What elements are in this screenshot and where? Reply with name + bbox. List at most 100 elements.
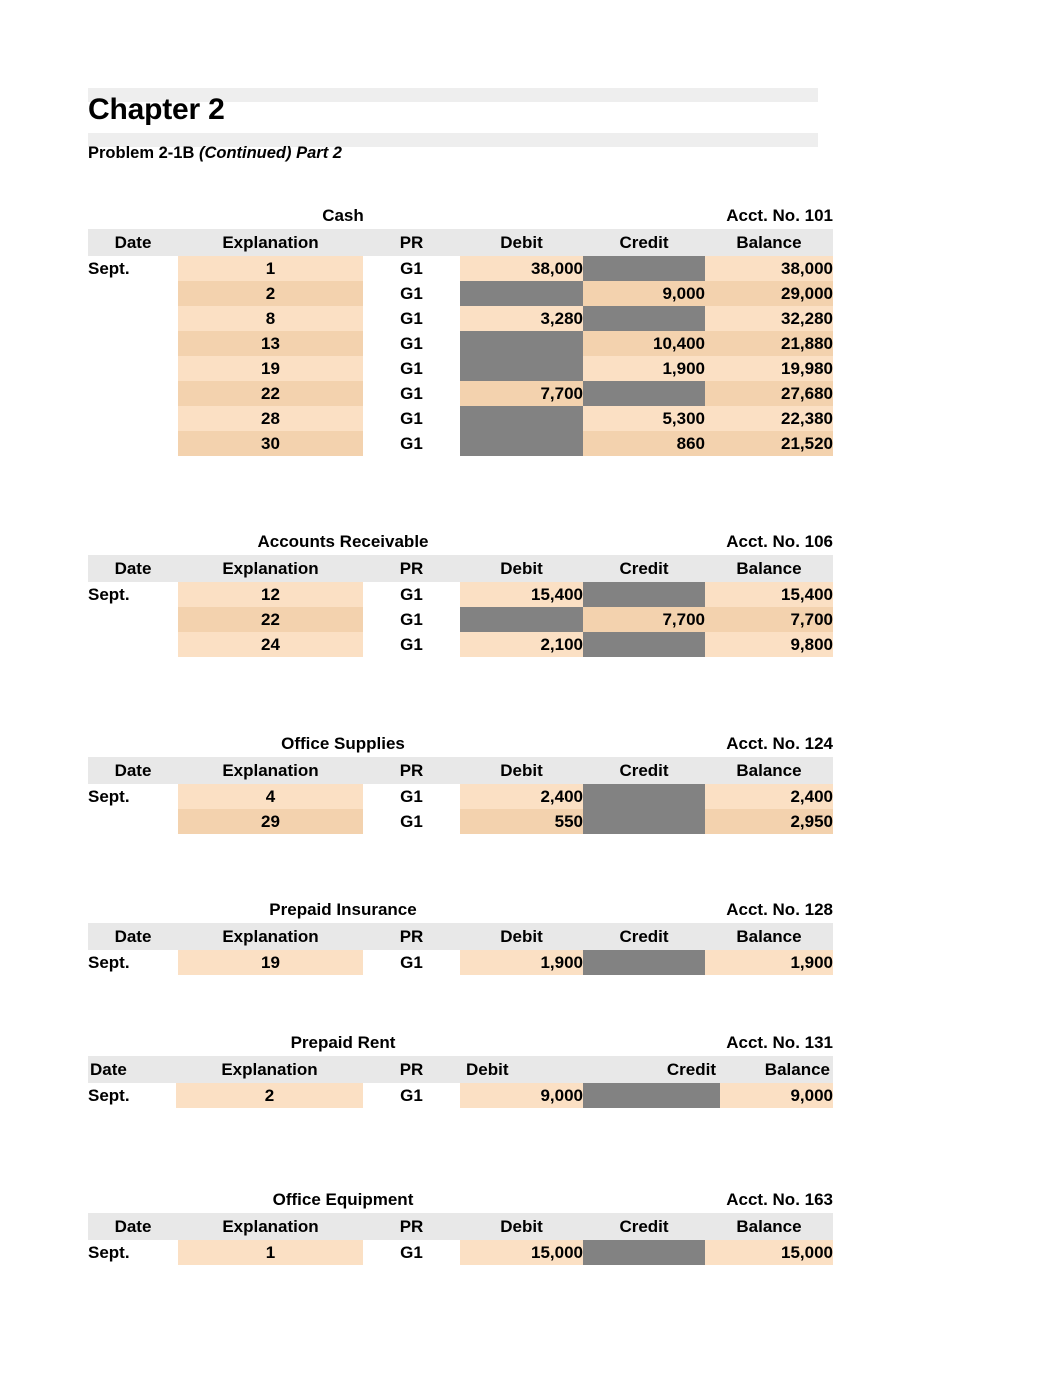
cell-explanation[interactable]: 2 <box>178 281 363 306</box>
cell-explanation[interactable]: 29 <box>178 809 363 834</box>
cell-explanation[interactable]: 1 <box>178 256 363 281</box>
cell-credit[interactable]: 5,300 <box>583 406 705 431</box>
cell-balance[interactable]: 7,700 <box>705 607 833 632</box>
cell-date[interactable] <box>88 306 178 331</box>
cell-credit[interactable] <box>583 1083 720 1108</box>
cell-pr[interactable]: G1 <box>363 950 460 975</box>
cell-credit[interactable]: 860 <box>583 431 705 456</box>
cell-pr[interactable]: G1 <box>363 431 460 456</box>
cell-credit[interactable] <box>583 381 705 406</box>
cell-credit[interactable] <box>583 582 705 607</box>
cell-debit[interactable] <box>460 406 583 431</box>
cell-balance[interactable]: 32,280 <box>705 306 833 331</box>
cell-date[interactable] <box>88 406 178 431</box>
cell-explanation[interactable]: 22 <box>178 381 363 406</box>
cell-date[interactable] <box>88 356 178 381</box>
cell-debit[interactable] <box>460 431 583 456</box>
cell-debit[interactable]: 550 <box>460 809 583 834</box>
cell-credit[interactable]: 1,900 <box>583 356 705 381</box>
cell-balance[interactable]: 38,000 <box>705 256 833 281</box>
cell-credit[interactable] <box>583 306 705 331</box>
cell-explanation[interactable]: 28 <box>178 406 363 431</box>
cell-date[interactable] <box>88 607 178 632</box>
cell-pr[interactable]: G1 <box>363 784 460 809</box>
cell-pr[interactable]: G1 <box>363 256 460 281</box>
cell-explanation[interactable]: 2 <box>176 1083 363 1108</box>
cell-balance[interactable]: 2,950 <box>705 809 833 834</box>
cell-credit[interactable] <box>583 784 705 809</box>
cell-balance[interactable]: 22,380 <box>705 406 833 431</box>
cell-debit[interactable]: 3,280 <box>460 306 583 331</box>
cell-explanation[interactable]: 4 <box>178 784 363 809</box>
ledger-table: Date Explanation PR Debit Credit Balance Sept.… <box>88 1213 833 1265</box>
cell-credit[interactable] <box>583 1240 705 1265</box>
cell-pr[interactable]: G1 <box>363 281 460 306</box>
cell-debit[interactable] <box>460 281 583 306</box>
cell-credit[interactable]: 10,400 <box>583 331 705 356</box>
cell-date[interactable]: Sept. <box>88 582 178 607</box>
cell-date[interactable] <box>88 431 178 456</box>
cell-pr[interactable]: G1 <box>363 607 460 632</box>
cell-explanation[interactable]: 8 <box>178 306 363 331</box>
cell-balance[interactable]: 9,000 <box>720 1083 833 1108</box>
cell-date[interactable] <box>88 809 178 834</box>
cell-debit[interactable]: 15,000 <box>460 1240 583 1265</box>
cell-explanation[interactable]: 24 <box>178 632 363 657</box>
cell-pr[interactable]: G1 <box>363 1083 460 1108</box>
cell-balance[interactable]: 1,900 <box>705 950 833 975</box>
cell-pr[interactable]: G1 <box>363 306 460 331</box>
cell-balance[interactable]: 27,680 <box>705 381 833 406</box>
cell-balance[interactable]: 29,000 <box>705 281 833 306</box>
cell-credit[interactable]: 9,000 <box>583 281 705 306</box>
cell-balance[interactable]: 19,980 <box>705 356 833 381</box>
cell-date[interactable]: Sept. <box>88 1083 176 1108</box>
cell-date[interactable]: Sept. <box>88 784 178 809</box>
cell-debit[interactable]: 7,700 <box>460 381 583 406</box>
cell-balance[interactable]: 21,520 <box>705 431 833 456</box>
cell-debit[interactable]: 2,400 <box>460 784 583 809</box>
cell-credit[interactable]: 7,700 <box>583 607 705 632</box>
cell-explanation[interactable]: 22 <box>178 607 363 632</box>
column-header-credit: Credit <box>583 229 705 256</box>
cell-date[interactable] <box>88 381 178 406</box>
cell-balance[interactable]: 21,880 <box>705 331 833 356</box>
account-title-row: Accounts Receivable Acct. No. 106 <box>0 529 1062 555</box>
cell-pr[interactable]: G1 <box>363 331 460 356</box>
cell-debit[interactable]: 38,000 <box>460 256 583 281</box>
column-header-debit: Debit <box>460 555 583 582</box>
cell-credit[interactable] <box>583 632 705 657</box>
cell-explanation[interactable]: 12 <box>178 582 363 607</box>
cell-debit[interactable] <box>460 356 583 381</box>
cell-balance[interactable]: 2,400 <box>705 784 833 809</box>
cell-date[interactable]: Sept. <box>88 1240 178 1265</box>
cell-date[interactable] <box>88 331 178 356</box>
cell-credit[interactable] <box>583 809 705 834</box>
cell-debit[interactable]: 9,000 <box>460 1083 583 1108</box>
cell-debit[interactable]: 2,100 <box>460 632 583 657</box>
cell-date[interactable] <box>88 632 178 657</box>
cell-pr[interactable]: G1 <box>363 1240 460 1265</box>
cell-pr[interactable]: G1 <box>363 809 460 834</box>
cell-date[interactable]: Sept. <box>88 950 178 975</box>
cell-pr[interactable]: G1 <box>363 406 460 431</box>
cell-explanation[interactable]: 19 <box>178 356 363 381</box>
cell-pr[interactable]: G1 <box>363 582 460 607</box>
cell-explanation[interactable]: 30 <box>178 431 363 456</box>
cell-pr[interactable]: G1 <box>363 356 460 381</box>
cell-explanation[interactable]: 1 <box>178 1240 363 1265</box>
cell-credit[interactable] <box>583 256 705 281</box>
cell-date[interactable]: Sept. <box>88 256 178 281</box>
cell-debit[interactable] <box>460 331 583 356</box>
cell-explanation[interactable]: 19 <box>178 950 363 975</box>
cell-balance[interactable]: 15,000 <box>705 1240 833 1265</box>
cell-debit[interactable] <box>460 607 583 632</box>
cell-balance[interactable]: 9,800 <box>705 632 833 657</box>
cell-debit[interactable]: 15,400 <box>460 582 583 607</box>
cell-pr[interactable]: G1 <box>363 632 460 657</box>
cell-date[interactable] <box>88 281 178 306</box>
cell-balance[interactable]: 15,400 <box>705 582 833 607</box>
cell-debit[interactable]: 1,900 <box>460 950 583 975</box>
cell-explanation[interactable]: 13 <box>178 331 363 356</box>
cell-pr[interactable]: G1 <box>363 381 460 406</box>
cell-credit[interactable] <box>583 950 705 975</box>
